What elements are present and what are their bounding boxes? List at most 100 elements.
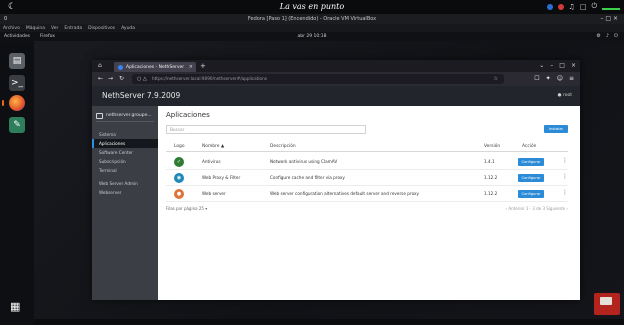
system-tray: ♫ □ ⏻ <box>546 2 620 11</box>
vm-menu-ver[interactable]: Ver <box>51 26 58 31</box>
firefox-window: ⌂ Aplicaciones - NethServer × + ⌄ – □ × … <box>92 60 580 300</box>
maximize-icon[interactable]: □ <box>559 62 565 69</box>
table-header: Logo Nombre ▲ Descripción Versión Acción <box>166 142 568 152</box>
page-navigation[interactable]: ‹ Anterior 1 - 3 de 3 Siguiente › <box>506 206 568 211</box>
main-content: Aplicaciones Buscar Instalar Logo Nombre… <box>158 106 580 300</box>
bottom-strip <box>34 319 624 325</box>
app-name: Web Proxy & Filter <box>202 175 241 180</box>
extensions-icon[interactable]: ✦ <box>546 75 551 82</box>
reload-button[interactable]: ↻ <box>119 75 124 82</box>
sort-asc-icon: ▲ <box>220 144 225 149</box>
vm-menu-ayuda[interactable]: Ayuda <box>121 26 135 31</box>
account-icon[interactable]: ☺ <box>557 75 563 82</box>
column-descripcion: Descripción <box>270 144 296 149</box>
browser-tab-active[interactable]: Aplicaciones - NethServer × <box>114 62 196 72</box>
overview-icon[interactable]: ⌂ <box>98 62 102 69</box>
dock: ▤ >_ ✎ <box>0 41 34 325</box>
configure-button[interactable]: Configurar <box>518 190 544 198</box>
configure-button[interactable]: Configurar <box>518 174 544 182</box>
install-button[interactable]: Instalar <box>544 125 568 133</box>
url-text: https://nethserver.local:9090/nethserver… <box>152 76 267 81</box>
vm-menu-dispositivos[interactable]: Dispositivos <box>88 26 115 31</box>
network-dot-icon[interactable] <box>557 3 564 10</box>
url-bar[interactable]: ○ △ https://nethserver.local:9090/nethse… <box>132 74 504 84</box>
app-description: Web server configuration alternatives de… <box>270 191 419 196</box>
vm-window-title: Fedora [Paso 1] (Encendido) - Oracle VM … <box>247 16 377 22</box>
terminal-icon[interactable]: >_ <box>9 75 25 91</box>
guest-clock[interactable]: abr 29 10:18 <box>0 34 624 39</box>
sidebar-item-webserver[interactable]: Webserver <box>92 188 158 197</box>
vm-menu-archivo[interactable]: Archivo <box>3 26 20 31</box>
back-button[interactable]: ← <box>98 75 103 82</box>
vm-menu-maquina[interactable]: Máquina <box>26 26 45 31</box>
running-indicator <box>2 100 4 106</box>
new-tab-icon[interactable]: + <box>200 62 206 70</box>
rows-per-page[interactable]: Filas por página 25 ▾ <box>166 206 207 211</box>
sidebar-item-subscripcion[interactable]: Subscripción <box>92 157 158 166</box>
guest-top-panel: Actividades Firefox abr 29 10:18 ⚙ ♪ ⏻ <box>0 32 624 41</box>
navigation-toolbar: ← → ↻ ○ △ https://nethserver.local:9090/… <box>92 72 580 86</box>
sidebar-item-sistema[interactable]: Sistema <box>92 130 158 139</box>
vm-menu-entrada[interactable]: Entrada <box>64 26 82 31</box>
rows-per-page-select[interactable]: 25 <box>199 206 204 211</box>
column-nombre-label: Nombre <box>202 144 220 149</box>
chevron-down-icon: ▾ <box>205 206 208 211</box>
forward-button[interactable]: → <box>108 75 113 82</box>
table-row[interactable]: ● Web server Web server configuration al… <box>166 186 568 202</box>
pocket-icon[interactable]: ☐ <box>534 75 539 82</box>
tab-strip: ⌂ Aplicaciones - NethServer × + ⌄ – □ × <box>92 60 580 72</box>
nethserver-favicon-icon <box>118 65 123 70</box>
shield-icon: ✓ <box>174 157 184 167</box>
kebab-menu-icon[interactable]: ⋮ <box>562 173 568 180</box>
app-name: Antivirus <box>202 159 221 164</box>
sidebar: nethserver.groupe... Sistema Aplicacione… <box>92 106 158 300</box>
audio-icon[interactable]: ♫ <box>569 3 575 11</box>
host-title: La vas en punto <box>279 2 345 11</box>
app-brand: NethServer 7.9.2009 <box>102 91 181 100</box>
configure-button[interactable]: Configurar <box>518 158 544 166</box>
sidebar-item-aplicaciones[interactable]: Aplicaciones <box>92 139 158 148</box>
close-window-icon[interactable]: × <box>571 62 576 69</box>
app-version: 1.4.1 <box>484 159 495 164</box>
search-input[interactable]: Buscar <box>166 125 366 134</box>
sidebar-item-terminal[interactable]: Terminal <box>92 166 158 175</box>
kebab-menu-icon[interactable]: ⋮ <box>562 189 568 196</box>
bookmark-star-icon[interactable]: ☆ <box>494 74 498 84</box>
app-description: Network antivirus using ClamAV <box>270 159 338 164</box>
files-icon[interactable]: ▤ <box>9 53 25 69</box>
sidebar-item-software-center[interactable]: Software Center <box>92 148 158 157</box>
app-name: Web server <box>202 191 226 196</box>
vm-window-controls[interactable]: – □ × <box>600 15 618 22</box>
show-apps-icon[interactable]: ▦ <box>10 300 20 313</box>
lock-icon[interactable]: ○ △ <box>137 74 147 84</box>
app-version: 1.12.2 <box>484 175 498 180</box>
table-row[interactable]: ✓ Antivirus Network antivirus using Clam… <box>166 154 568 170</box>
menu-icon[interactable]: ≡ <box>569 75 574 82</box>
desktop-screen: ☾ La vas en punto ♫ □ ⏻ 0 Fedora [Paso 1… <box>0 0 624 325</box>
user-menu[interactable]: ● root <box>558 93 572 98</box>
desktop-thumbnail-image <box>594 293 620 315</box>
app-description: Configure cache and filter via proxy <box>270 175 345 180</box>
server-icon: ● <box>174 189 184 199</box>
sidebar-item-web-server-admin[interactable]: Web Server Admin <box>92 179 158 188</box>
user-label: root <box>562 93 572 98</box>
minimize-icon[interactable]: – <box>550 62 553 69</box>
power-icon[interactable]: ⏻ <box>591 2 597 11</box>
language-icon[interactable]: ⚙ <box>596 33 600 39</box>
power-icon[interactable]: ⏻ <box>614 33 618 39</box>
table-row[interactable]: ◉ Web Proxy & Filter Configure cache and… <box>166 170 568 186</box>
activity-graph-icon <box>602 4 620 10</box>
column-nombre[interactable]: Nombre ▲ <box>202 144 224 149</box>
record-dot-icon[interactable] <box>546 3 553 10</box>
host-top-bar: ☾ La vas en punto ♫ □ ⏻ <box>0 0 624 14</box>
battery-icon[interactable]: □ <box>580 3 587 11</box>
document-icon[interactable]: ✎ <box>9 117 25 133</box>
rows-per-page-label: Filas por página <box>166 206 198 211</box>
volume-icon[interactable]: ♪ <box>606 33 609 39</box>
tab-list-icon[interactable]: ⌄ <box>539 62 544 69</box>
sidebar-host[interactable]: nethserver.groupe... <box>96 110 154 122</box>
firefox-icon[interactable] <box>9 95 25 111</box>
kebab-menu-icon[interactable]: ⋮ <box>562 157 568 164</box>
app-version: 1.12.2 <box>484 191 498 196</box>
tab-close-icon[interactable]: × <box>189 64 193 70</box>
